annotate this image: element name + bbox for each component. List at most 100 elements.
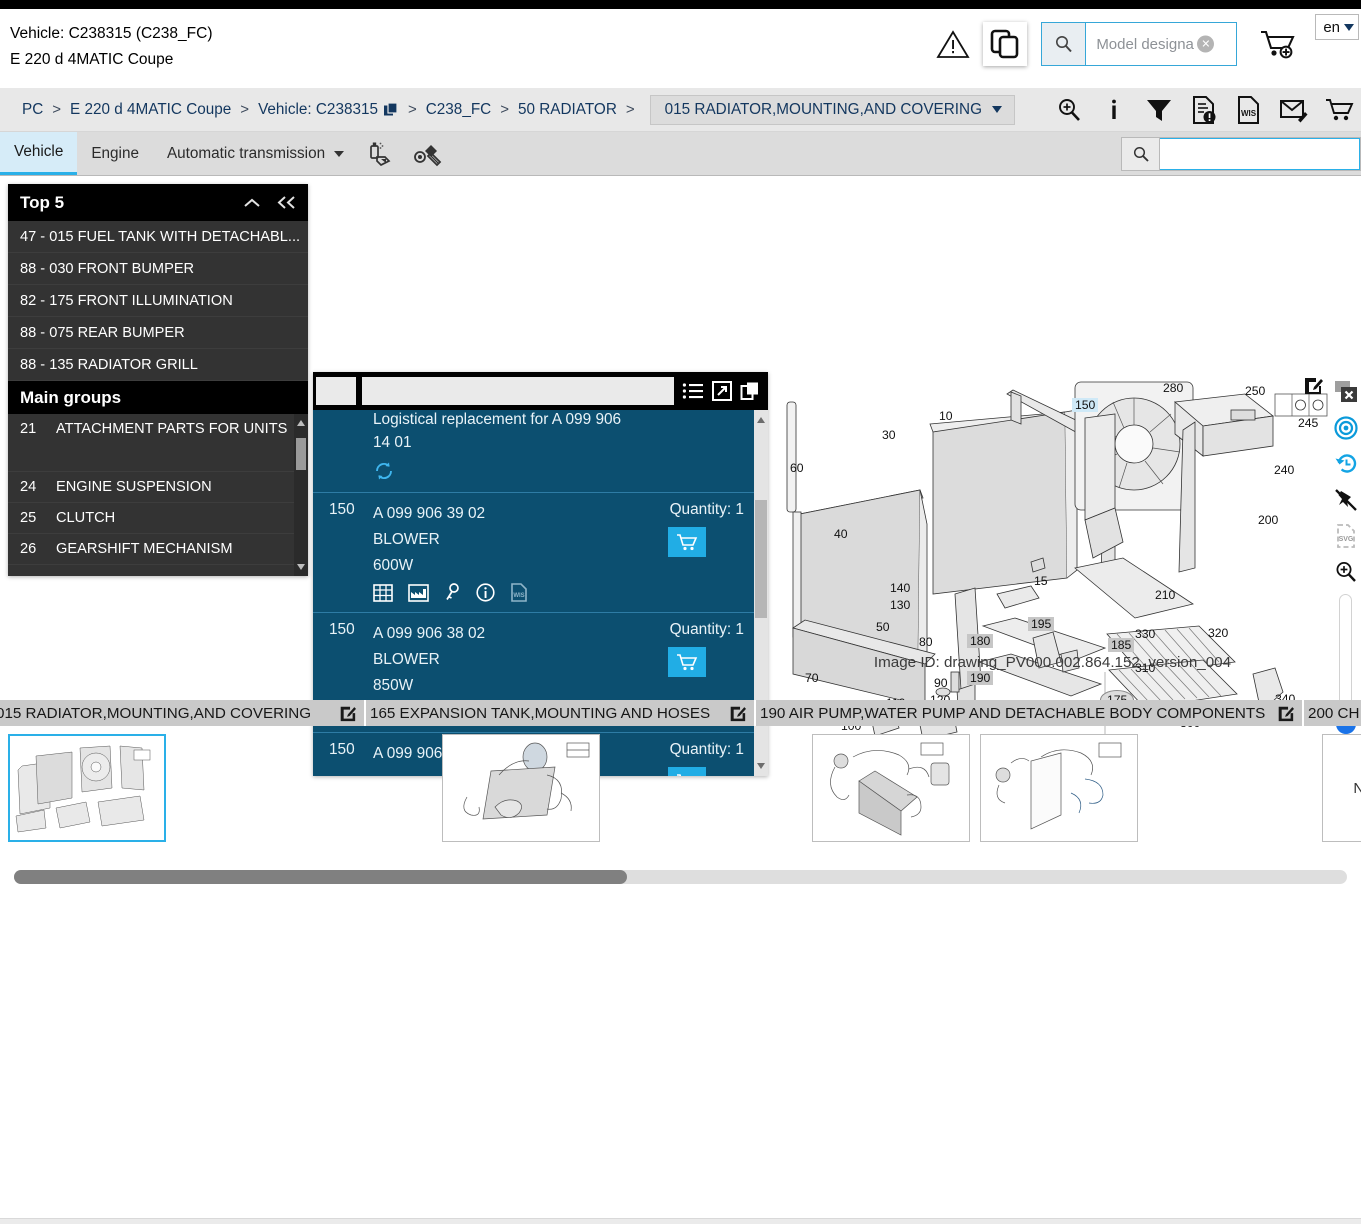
scrollbar-thumb[interactable] <box>296 438 306 470</box>
table-icon[interactable] <box>373 583 393 602</box>
info-icon[interactable] <box>1098 94 1130 126</box>
scrollbar-thumb[interactable] <box>14 870 628 884</box>
module-search-input[interactable] <box>1160 138 1360 170</box>
top5-item[interactable]: 88 - 075 REAR BUMPER <box>8 317 308 349</box>
svg-export-icon[interactable]: SVG <box>1330 518 1361 554</box>
add-to-cart-button[interactable] <box>668 527 706 557</box>
mail-edit-icon[interactable] <box>1278 94 1310 126</box>
document-alert-icon[interactable] <box>1188 94 1220 126</box>
main-groups-scrollbar[interactable] <box>294 414 308 576</box>
copy-icon[interactable] <box>383 101 399 118</box>
strip-thumbs: No im <box>1304 726 1361 842</box>
strip-thumbs <box>0 726 366 842</box>
model-search-input[interactable]: Model designa ✕ <box>1086 23 1236 65</box>
part-row-icons: WIS <box>373 583 756 602</box>
scroll-up-arrow-icon[interactable] <box>757 417 765 423</box>
scrollbar-thumb[interactable] <box>755 500 767 618</box>
paint-spray-icon[interactable] <box>358 132 404 175</box>
part-row-icons <box>373 460 756 482</box>
bolt-fastener-icon[interactable] <box>404 132 452 175</box>
strip-group-header[interactable]: 015 RADIATOR,MOUNTING,AND COVERING <box>0 700 366 726</box>
main-group-item[interactable]: 25 CLUTCH <box>8 503 308 534</box>
factory-icon[interactable] <box>408 583 429 602</box>
diagram-callout: 185 <box>1108 638 1135 652</box>
top5-item[interactable]: 88 - 135 RADIATOR GRILL <box>8 349 308 381</box>
clear-x-icon[interactable]: ✕ <box>1197 35 1215 53</box>
tab-automatic-transmission[interactable]: Automatic transmission <box>153 132 358 175</box>
copy-icon[interactable] <box>740 381 760 401</box>
main-group-label: GEARSHIFT MECHANISM <box>56 541 233 557</box>
part-position: 150 <box>329 621 355 638</box>
close-window-icon[interactable] <box>1330 374 1361 410</box>
target-focus-icon[interactable] <box>1330 410 1361 446</box>
thumbnail-card[interactable] <box>980 734 1138 842</box>
model-search[interactable]: Model designa ✕ <box>1041 22 1238 66</box>
tab-engine[interactable]: Engine <box>77 132 153 175</box>
breadcrumb-item-vehicle[interactable]: Vehicle: C238315 <box>258 101 378 119</box>
top5-item[interactable]: 88 - 030 FRONT BUMPER <box>8 253 308 285</box>
strip-group-header[interactable]: 165 EXPANSION TANK,MOUNTING AND HOSES <box>366 700 756 726</box>
main-group-item[interactable]: 21 ATTACHMENT PARTS FOR UNITS <box>8 414 308 472</box>
footer-bar <box>0 1218 1361 1224</box>
strip-group-header[interactable]: 200 CH <box>1304 700 1361 726</box>
breadcrumb-item-model[interactable]: E 220 d 4MATIC Coupe <box>70 101 231 119</box>
scroll-down-arrow-icon[interactable] <box>297 564 305 570</box>
chevron-double-left-icon[interactable] <box>276 195 298 210</box>
scroll-up-arrow-icon[interactable] <box>297 420 305 426</box>
history-undo-icon[interactable] <box>1330 446 1361 482</box>
edit-pencil-icon[interactable] <box>729 705 746 722</box>
scrollbar-track[interactable] <box>14 870 1347 884</box>
parts-filter-input[interactable] <box>362 377 674 405</box>
empty-area <box>0 898 1361 1224</box>
breadcrumb-item-pc[interactable]: PC <box>22 101 43 119</box>
edit-pencil-icon[interactable] <box>1277 705 1294 722</box>
search-icon[interactable] <box>1042 23 1087 65</box>
chevron-up-icon[interactable] <box>242 196 262 210</box>
strip-horizontal-scrollbar[interactable] <box>0 870 1361 884</box>
copy-pages-icon[interactable] <box>983 22 1028 66</box>
unpin-icon[interactable] <box>1330 482 1361 518</box>
list-view-icon[interactable] <box>682 382 704 400</box>
breadcrumb-active-dropdown[interactable]: 015 RADIATOR,MOUNTING,AND COVERING <box>649 94 1015 125</box>
thumbnail-card[interactable] <box>812 734 970 842</box>
strip-group-header[interactable]: 190 AIR PUMP,WATER PUMP AND DETACHABLE B… <box>756 700 1304 726</box>
strip-group-title: 165 EXPANSION TANK,MOUNTING AND HOSES <box>370 704 711 722</box>
edit-pencil-icon[interactable] <box>1303 376 1323 396</box>
main-group-item[interactable]: 24 ENGINE SUSPENSION <box>8 472 308 503</box>
filter-funnel-icon[interactable] <box>1143 94 1175 126</box>
thumbnail-card-no-image[interactable]: No im <box>1322 734 1361 842</box>
zoom-in-icon[interactable] <box>1330 554 1361 590</box>
edit-pencil-icon[interactable] <box>339 705 356 722</box>
thumbnail-card[interactable] <box>8 734 166 842</box>
language-selector[interactable]: en <box>1315 14 1359 40</box>
warning-triangle-icon[interactable] <box>933 24 973 64</box>
part-row[interactable]: Logistical replacement for A 099 906 14 … <box>313 410 768 493</box>
diagram-callout: 90 <box>934 676 948 690</box>
cart-add-icon[interactable] <box>1255 24 1301 64</box>
main-group-item[interactable]: 26 GEARSHIFT MECHANISM <box>8 534 308 565</box>
refresh-icon[interactable] <box>373 460 395 482</box>
wis-icon[interactable]: WIS <box>510 583 528 602</box>
top-black-bar <box>0 0 1361 9</box>
thumbnail-card[interactable] <box>442 734 600 842</box>
shopping-cart-icon[interactable] <box>1323 94 1355 126</box>
top5-item[interactable]: 82 - 175 FRONT ILLUMINATION <box>8 285 308 317</box>
module-search[interactable] <box>1121 137 1361 171</box>
part-position: 150 <box>329 501 355 518</box>
expand-icon[interactable] <box>712 381 732 401</box>
zoom-search-icon[interactable] <box>1053 94 1085 126</box>
breadcrumb-item-fc[interactable]: C238_FC <box>426 101 491 119</box>
part-row[interactable]: 150 Quantity: 1 A 099 906 39 02 BLOWER 6… <box>313 493 768 613</box>
wis-document-icon[interactable]: WIS <box>1233 94 1265 126</box>
breadcrumb-separator: > <box>500 101 509 118</box>
top5-item[interactable]: 47 - 015 FUEL TANK WITH DETACHABL... <box>8 221 308 253</box>
parts-filter-button[interactable] <box>316 377 356 405</box>
key-icon[interactable] <box>444 583 461 602</box>
strip-group-165: 165 EXPANSION TANK,MOUNTING AND HOSES <box>366 700 756 858</box>
diagram-callout: 40 <box>834 527 848 541</box>
info-icon[interactable] <box>476 583 495 602</box>
breadcrumb-item-radiator[interactable]: 50 RADIATOR <box>518 101 617 119</box>
add-to-cart-button[interactable] <box>668 647 706 677</box>
search-icon[interactable] <box>1122 138 1160 170</box>
tab-vehicle[interactable]: Vehicle <box>0 132 78 175</box>
